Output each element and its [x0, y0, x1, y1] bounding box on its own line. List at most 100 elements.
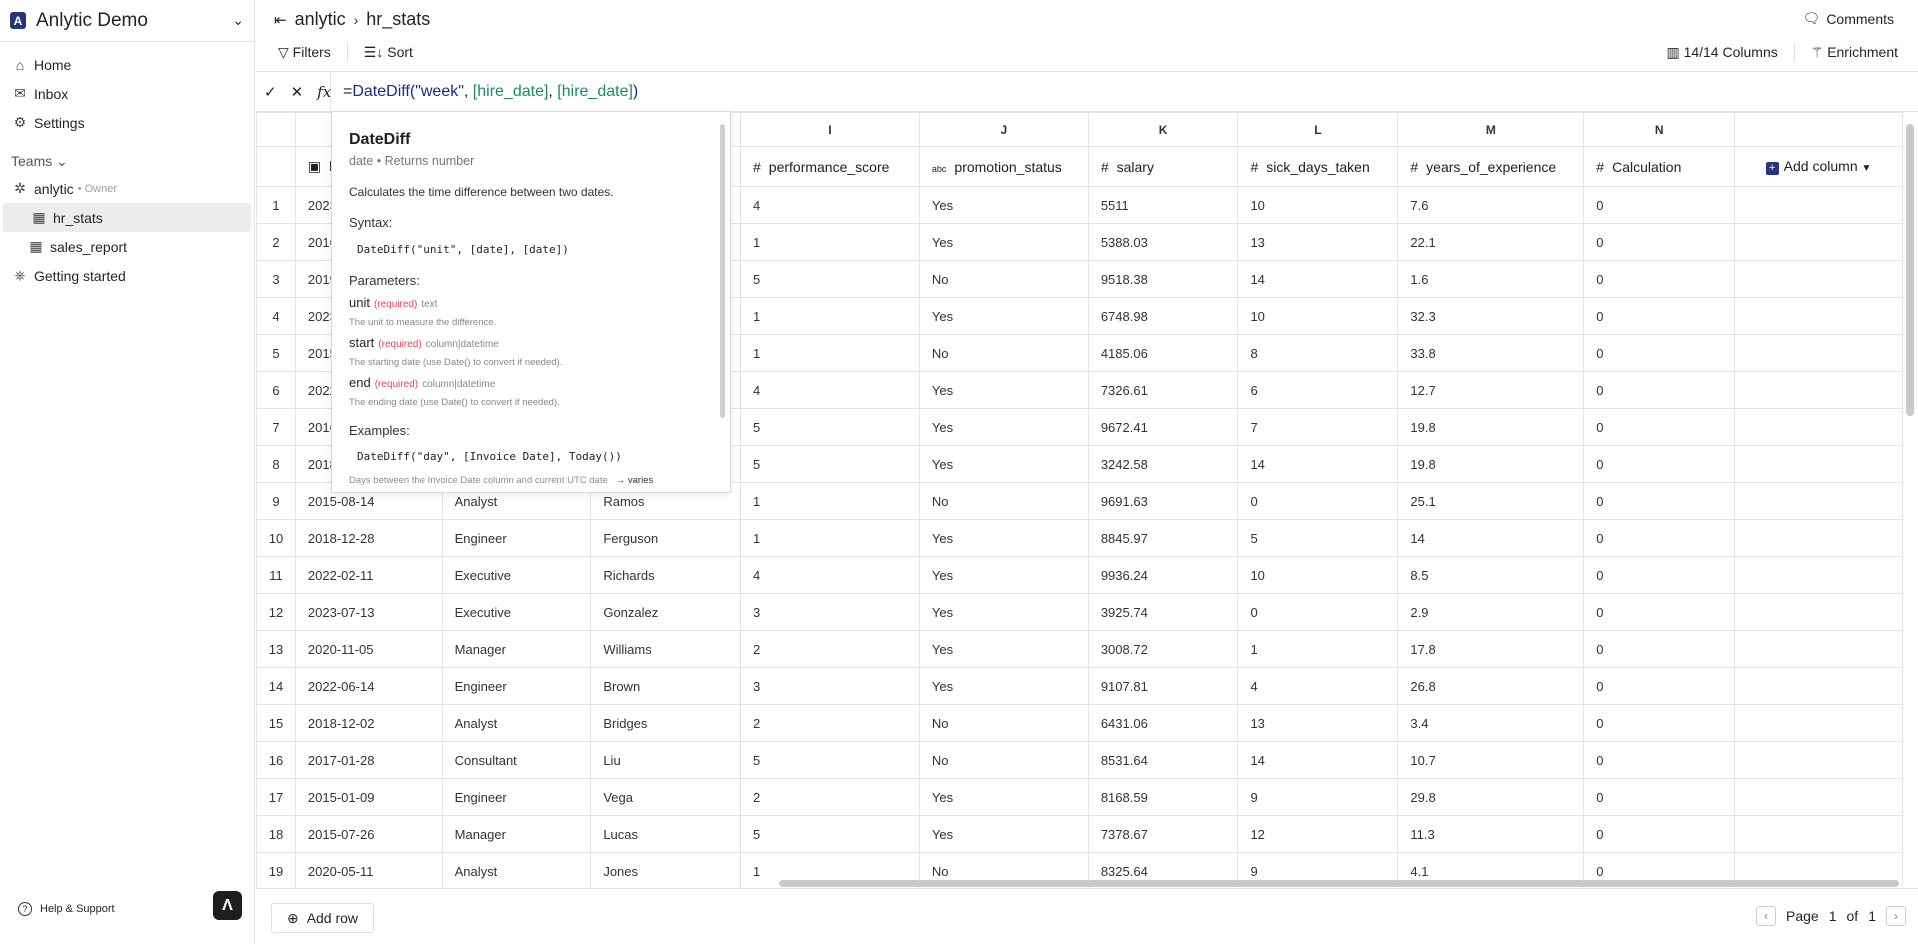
table-cell[interactable]: Yes	[918, 815, 1089, 853]
table-cell[interactable]: 4185.06	[1087, 334, 1239, 372]
table-cell[interactable]: 6	[1237, 371, 1399, 409]
table-cell[interactable]: 0	[1583, 778, 1736, 816]
row-number[interactable]: 1	[256, 186, 296, 224]
table-cell[interactable]: 7378.67	[1087, 815, 1239, 853]
team-anlytic[interactable]: ✲ anlytic • Owner	[0, 174, 254, 203]
table-cell[interactable]: Manager	[441, 630, 592, 668]
table-cell[interactable]: Lucas	[590, 815, 741, 853]
table-cell[interactable]: 7326.61	[1087, 371, 1239, 409]
table-cell[interactable]: 0	[1583, 630, 1736, 668]
table-cell[interactable]: 4	[1237, 667, 1399, 705]
column-header[interactable]: # sick_days_taken	[1237, 146, 1399, 187]
table-cell[interactable]: 2022-02-11	[294, 556, 443, 594]
column-letter[interactable]: K	[1087, 112, 1239, 147]
table-cell[interactable]: No	[918, 482, 1089, 520]
table-cell[interactable]: 19.8	[1397, 445, 1585, 483]
table-cell[interactable]: 5	[739, 408, 920, 446]
table-cell[interactable]: 2017-01-28	[294, 741, 443, 779]
workspace-switcher[interactable]: A Anlytic Demo ⌄	[0, 0, 254, 42]
table-cell[interactable]: Yes	[918, 519, 1089, 557]
cancel-x-icon[interactable]: ✕	[291, 83, 304, 101]
table-cell[interactable]: 0	[1583, 445, 1736, 483]
table-cell[interactable]: 14	[1237, 741, 1399, 779]
popup-scrollbar[interactable]	[720, 124, 725, 418]
table-cell[interactable]: 9691.63	[1087, 482, 1239, 520]
row-number[interactable]: 18	[256, 815, 296, 853]
table-cell[interactable]: 0	[1583, 741, 1736, 779]
table-cell[interactable]: 2	[739, 778, 920, 816]
table-cell[interactable]: 0	[1583, 186, 1736, 224]
sidebar-item-inbox[interactable]: ✉ Inbox	[0, 79, 254, 108]
row-number[interactable]: 3	[256, 260, 296, 298]
table-cell[interactable]: 26.8	[1397, 667, 1585, 705]
table-cell[interactable]: 6748.98	[1087, 297, 1239, 335]
table-cell[interactable]: 2020-11-05	[294, 630, 443, 668]
row-number[interactable]: 19	[256, 852, 296, 888]
row-number[interactable]: 17	[256, 778, 296, 816]
table-cell[interactable]: 32.3	[1397, 297, 1585, 335]
row-number[interactable]: 16	[256, 741, 296, 779]
table-cell[interactable]: Yes	[918, 593, 1089, 631]
table-cell[interactable]: 12	[1237, 815, 1399, 853]
table-cell[interactable]: 3008.72	[1087, 630, 1239, 668]
row-number[interactable]: 11	[256, 556, 296, 594]
table-cell[interactable]: Brown	[590, 667, 741, 705]
table-cell[interactable]: Engineer	[441, 667, 592, 705]
table-cell[interactable]: 1	[1237, 630, 1399, 668]
column-header[interactable]: # years_of_experience	[1397, 146, 1585, 187]
table-cell[interactable]: 6431.06	[1087, 704, 1239, 742]
table-cell[interactable]: Executive	[441, 593, 592, 631]
table-cell[interactable]: Yes	[918, 630, 1089, 668]
table-cell[interactable]: Williams	[590, 630, 741, 668]
table-cell[interactable]: 14	[1237, 260, 1399, 298]
table-cell[interactable]: Richards	[590, 556, 741, 594]
table-cell[interactable]: 9672.41	[1087, 408, 1239, 446]
row-number[interactable]: 2	[256, 223, 296, 261]
sidebar-item-home[interactable]: ⌂ Home	[0, 50, 254, 79]
table-cell[interactable]: 9107.81	[1087, 667, 1239, 705]
table-cell[interactable]: 5	[739, 741, 920, 779]
table-cell[interactable]: Engineer	[441, 519, 592, 557]
table-cell[interactable]: 3.4	[1397, 704, 1585, 742]
table-cell[interactable]: 1	[739, 223, 920, 261]
table-cell[interactable]: 1	[739, 334, 920, 372]
table-cell[interactable]: 9	[1237, 778, 1399, 816]
row-number[interactable]: 7	[256, 408, 296, 446]
table-cell[interactable]: 2015-01-09	[294, 778, 443, 816]
row-number[interactable]: 5	[256, 334, 296, 372]
table-cell[interactable]: 14	[1237, 445, 1399, 483]
table-cell[interactable]: No	[918, 334, 1089, 372]
table-cell[interactable]: 13	[1237, 223, 1399, 261]
table-cell[interactable]: 8	[1237, 334, 1399, 372]
table-cell[interactable]: 33.8	[1397, 334, 1585, 372]
column-letter[interactable]	[1734, 112, 1903, 147]
column-header[interactable]: abc promotion_status	[918, 146, 1089, 187]
table-cell[interactable]: 11.3	[1397, 815, 1585, 853]
table-cell[interactable]: 2.9	[1397, 593, 1585, 631]
table-cell[interactable]: 0	[1583, 260, 1736, 298]
sidebar-item-settings[interactable]: ⚙ Settings	[0, 108, 254, 137]
table-cell[interactable]: 10.7	[1397, 741, 1585, 779]
table-cell[interactable]: 3	[739, 593, 920, 631]
column-letter[interactable]: L	[1237, 112, 1399, 147]
table-cell[interactable]: 0	[1583, 667, 1736, 705]
table-cell[interactable]: 14	[1397, 519, 1585, 557]
column-header[interactable]: # Calculation	[1583, 146, 1736, 187]
table-cell[interactable]: 0	[1583, 593, 1736, 631]
table-cell[interactable]: 3	[739, 667, 920, 705]
columns-button[interactable]: ▥ 14/14 Columns	[1666, 44, 1777, 61]
prev-page-button[interactable]: ‹	[1756, 906, 1777, 926]
row-number[interactable]: 6	[256, 371, 296, 409]
row-number[interactable]: 14	[256, 667, 296, 705]
sort-button[interactable]: ☰↓ Sort	[364, 44, 413, 61]
vertical-scrollbar[interactable]	[1903, 112, 1918, 888]
next-page-button[interactable]: ›	[1886, 906, 1906, 926]
table-cell[interactable]: 0	[1237, 482, 1399, 520]
table-cell[interactable]: Engineer	[441, 778, 592, 816]
table-cell[interactable]: 1	[739, 482, 920, 520]
sidebar-item-getting-started[interactable]: ⎈ Getting started	[0, 261, 254, 290]
table-cell[interactable]: 10	[1237, 297, 1399, 335]
table-cell[interactable]: Yes	[918, 408, 1089, 446]
table-cell[interactable]: 7	[1237, 408, 1399, 446]
table-cell[interactable]: 0	[1583, 519, 1736, 557]
